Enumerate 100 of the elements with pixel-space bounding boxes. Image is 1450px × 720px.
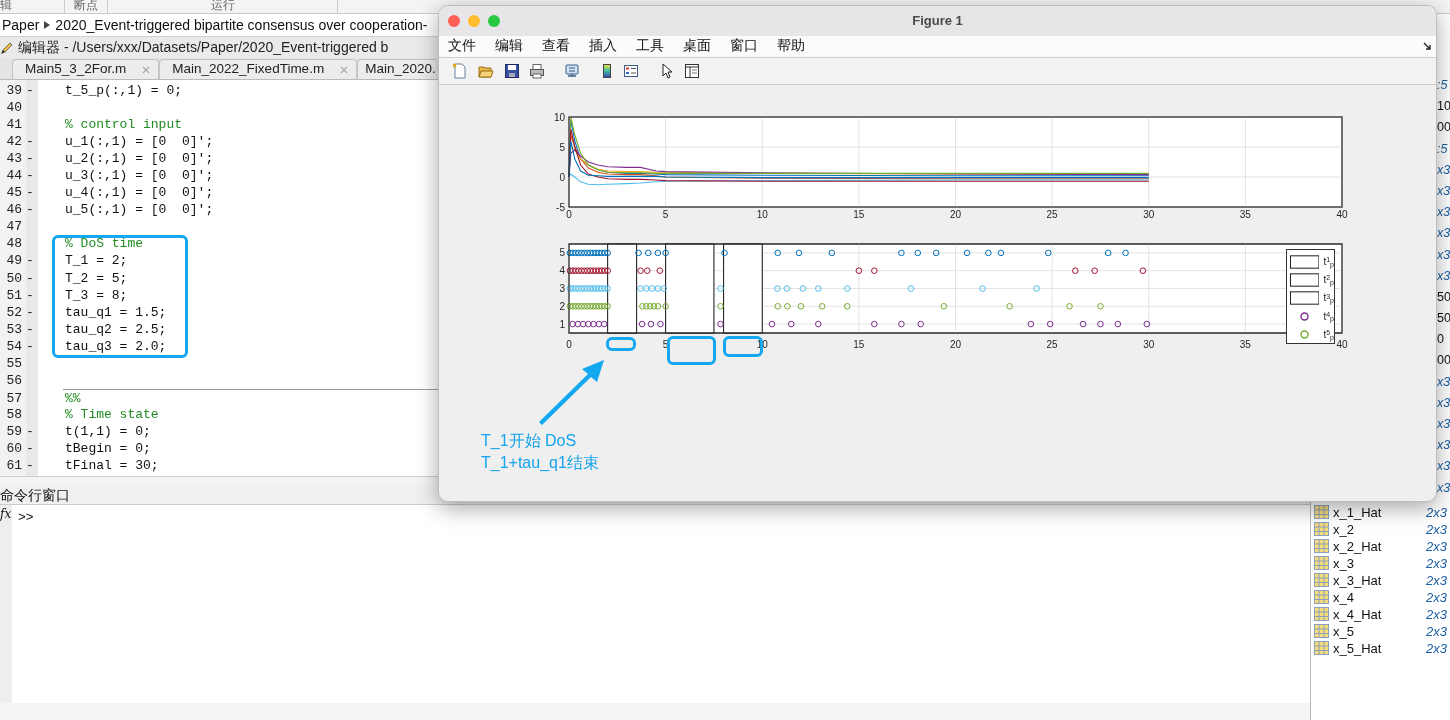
code-comment: % DoS time <box>64 235 143 253</box>
variable-value: x3 <box>1437 438 1450 453</box>
line-number: 43 <box>5 150 23 168</box>
variable-value: x3 <box>1437 247 1450 262</box>
line-number: 50 <box>5 269 23 287</box>
variable-value: x3 <box>1437 374 1450 389</box>
variable-value: 2x3 <box>1426 622 1447 640</box>
line-number: 55 <box>5 354 23 372</box>
line-number: 59 <box>5 422 23 440</box>
tick-label: 40 <box>1336 209 1348 220</box>
tick-label: 5 <box>559 141 565 153</box>
variable-value: :5 <box>1437 141 1448 156</box>
tick-label: -5 <box>556 201 565 213</box>
callout-text: T_1开始 DoS <box>481 432 577 449</box>
code-line: tau_q1 = 1.5; <box>64 303 167 321</box>
tick-label: 0 <box>559 171 565 183</box>
variable-value: x3 <box>1437 459 1450 474</box>
line-number: 49 <box>5 252 23 270</box>
tick-label: 35 <box>1239 209 1251 220</box>
variable-value: 10 <box>1437 99 1450 114</box>
variable-value: x3 <box>1437 417 1450 431</box>
variable-value: x3 <box>1437 395 1450 410</box>
line-number: 58 <box>5 405 23 423</box>
section-label: 运行 <box>210 0 235 13</box>
tick-label: 10 <box>553 111 565 123</box>
tick-label: 35 <box>1239 339 1251 350</box>
code-line: u_4(:,1) = [0 0]'; <box>64 184 214 202</box>
line-number: 52 <box>5 303 23 321</box>
tick-label: 5 <box>559 247 565 259</box>
editor-title: 编辑器 - /Users/xxx/Datasets/Paper/2020_Event-triggered b <box>18 38 389 57</box>
tick-label: 20 <box>949 339 962 350</box>
line-number: 57 <box>5 389 23 406</box>
line-number: 46 <box>5 201 23 219</box>
variable-value: x3 <box>1437 268 1450 283</box>
line-number: 48 <box>5 235 23 253</box>
tick-label: 0 <box>566 209 572 220</box>
code-line: t(1,1) = 0; <box>64 422 151 440</box>
tick-label: 1 <box>559 318 565 330</box>
code-line: u_1(:,1) = [0 0]'; <box>64 133 214 151</box>
code-comment: % Time state <box>64 405 159 423</box>
variable-value: 00 <box>1437 353 1450 368</box>
tick-label: 3 <box>559 283 565 294</box>
tick-label: 10 <box>756 209 768 220</box>
variable-value: :5 <box>1437 78 1448 92</box>
panel-title: 命令行窗口 <box>0 487 70 503</box>
tick-label: 4 <box>559 265 565 277</box>
code-line: T_1 = 2; <box>64 252 128 270</box>
line-number: 54 <box>5 337 23 355</box>
tick-label: 0 <box>566 339 572 350</box>
tick-label: 2 <box>559 300 565 312</box>
code-line: tau_q3 = 2.0; <box>64 337 167 355</box>
variable-value: 2x3 <box>1426 639 1447 657</box>
variable-value: x3 <box>1437 226 1450 241</box>
line-number: 45 <box>5 184 23 202</box>
variable-value: 00 <box>1437 120 1450 135</box>
line-number: 41 <box>5 116 23 134</box>
line-number: 51 <box>5 286 23 304</box>
line-number: 39 <box>5 82 23 100</box>
code-comment: %% <box>64 389 81 406</box>
variable-value: x3 <box>1437 183 1450 198</box>
variable-value: 2x3 <box>1426 503 1447 521</box>
variable-value: x3 <box>1437 162 1450 177</box>
code-line: tBegin = 0; <box>64 440 151 458</box>
tick-label: 30 <box>1143 209 1155 220</box>
command-prompt: >> <box>17 509 34 527</box>
tick-label: 40 <box>1336 339 1348 350</box>
tick-label: 15 <box>853 209 865 220</box>
code-line: T_3 = 8; <box>64 286 128 304</box>
tick-label: 20 <box>949 209 962 220</box>
line-number: 61 <box>5 457 23 475</box>
window-title: Figure 1 <box>912 12 963 31</box>
code-line: u_3(:,1) = [0 0]'; <box>64 167 214 185</box>
variable-value: 2x3 <box>1426 554 1447 572</box>
code-line: u_5(:,1) = [0 0]'; <box>64 201 214 219</box>
tick-label: 25 <box>1046 209 1058 220</box>
variable-value: 2x3 <box>1426 520 1447 538</box>
variable-value: 2x3 <box>1426 537 1447 555</box>
variable-value: 50 <box>1437 289 1450 304</box>
code-line: T_2 = 5; <box>64 269 128 287</box>
line-number: 44 <box>5 167 23 185</box>
line-number: 60 <box>5 440 23 458</box>
variable-value: 50 <box>1437 311 1450 326</box>
tick-label: 5 <box>662 209 669 220</box>
variable-value: 0 <box>1437 332 1444 347</box>
line-number: 53 <box>5 320 23 338</box>
variable-value: 2x3 <box>1426 605 1447 623</box>
variable-value: 2x3 <box>1426 571 1447 589</box>
code-line: u_2(:,1) = [0 0]'; <box>64 150 214 168</box>
variable-value: 2x3 <box>1426 588 1447 606</box>
tick-label: 30 <box>1143 339 1155 350</box>
callout-text: T_1+tau_q1结束 <box>481 454 599 471</box>
variable-value: x3 <box>1437 205 1450 220</box>
section-label: 辑 <box>0 0 12 13</box>
line-number: 56 <box>5 371 23 389</box>
variable-value: x3 <box>1437 480 1450 495</box>
code-line: t_5_p(:,1) = 0; <box>64 82 183 100</box>
line-number: 42 <box>5 133 23 151</box>
tick-label: 15 <box>853 339 865 350</box>
tick-label: 25 <box>1046 339 1058 350</box>
line-number: 47 <box>5 218 23 236</box>
